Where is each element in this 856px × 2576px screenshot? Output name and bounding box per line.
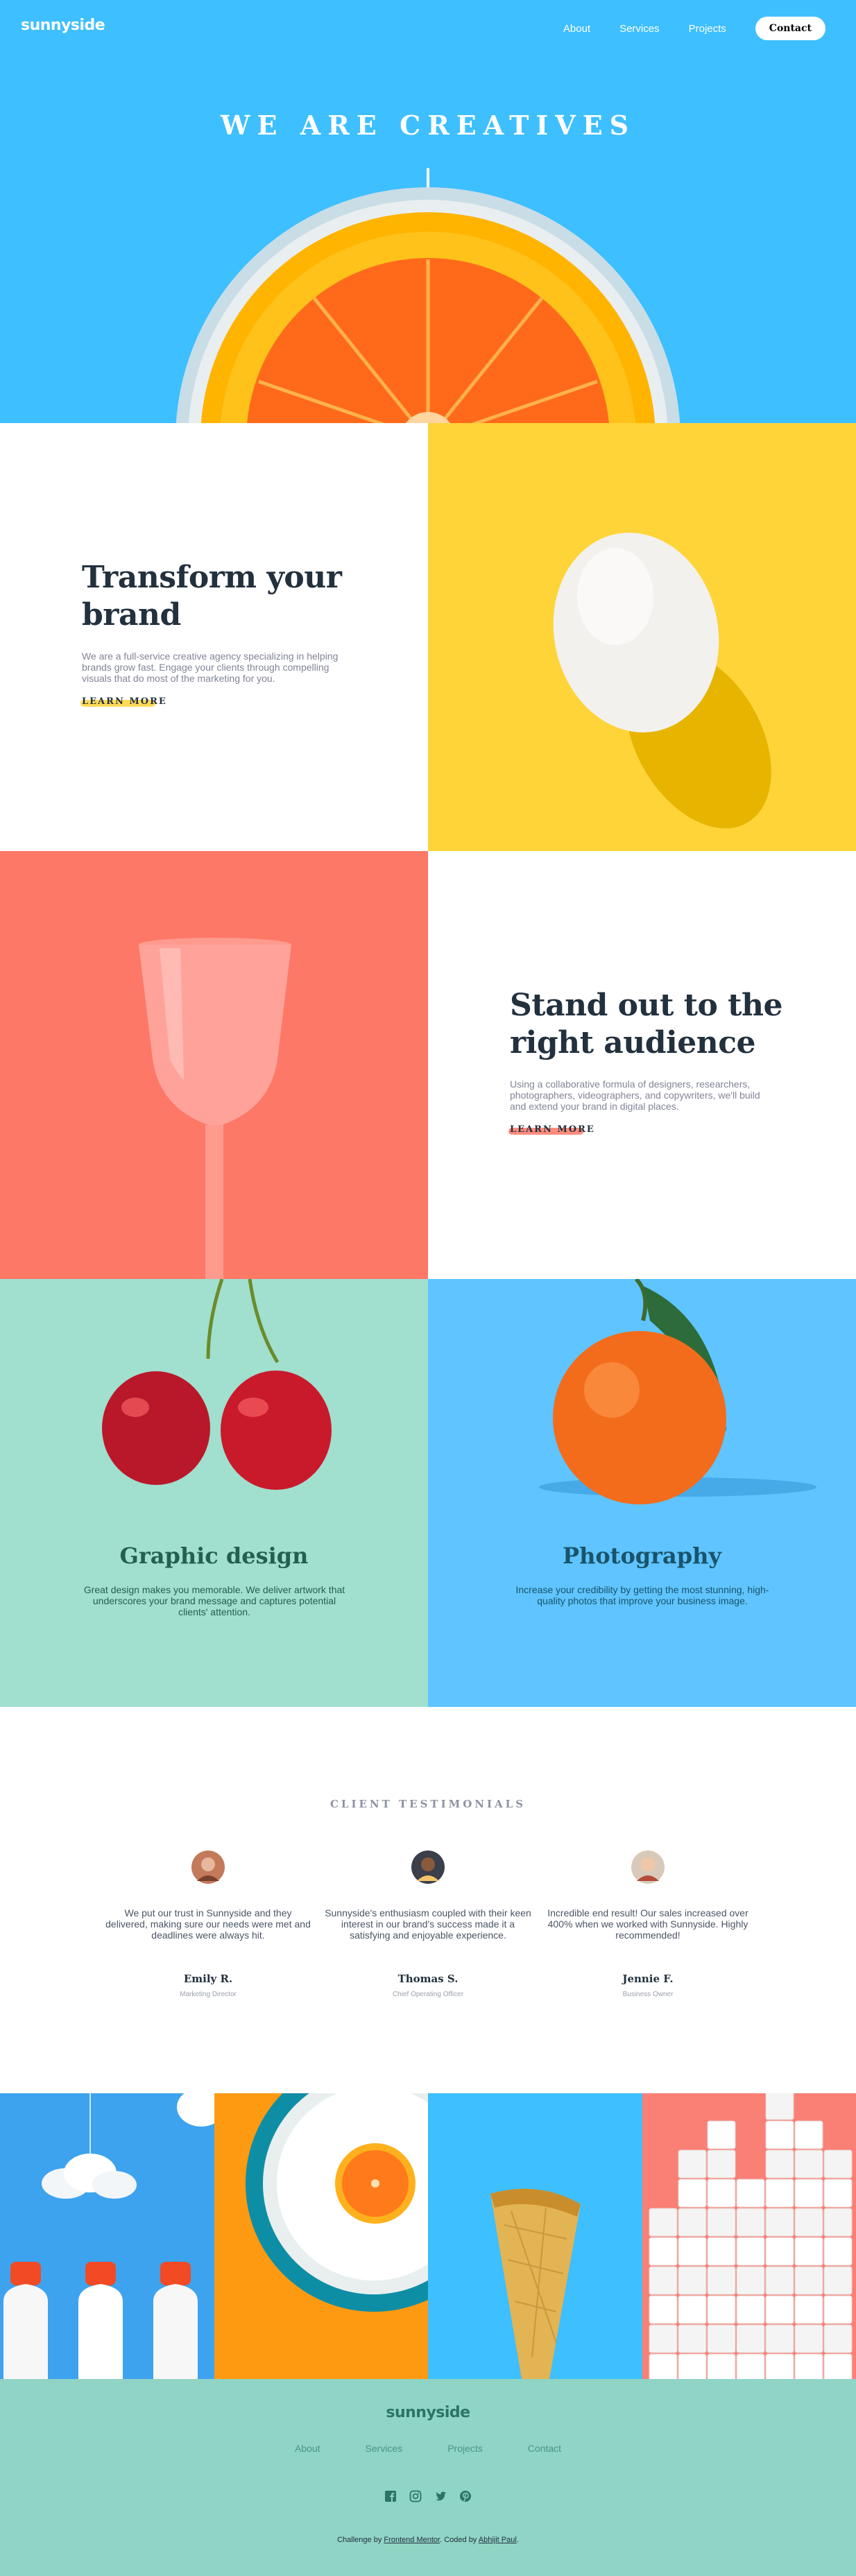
standout-title: Stand out to the right audience	[510, 987, 782, 1062]
testimonial-quote: We put our trust in Sunnyside and they d…	[105, 1907, 311, 1941]
footer-logo[interactable]: sunnyside	[0, 2404, 856, 2421]
footer-link-projects[interactable]: Projects	[447, 2443, 483, 2454]
photography-body: Increase your credibility by getting the…	[515, 1584, 769, 1606]
standout-learn-more-link[interactable]: LEARN MORE	[510, 1124, 595, 1135]
credit-prefix: Challenge by	[337, 2536, 382, 2544]
footer: sunnyside About Services Projects Contac…	[0, 2379, 856, 2576]
transform-learn-more-link[interactable]: LEARN MORE	[82, 696, 167, 707]
logo[interactable]: sunnyside	[21, 17, 105, 34]
nav-link-about[interactable]: About	[563, 23, 590, 35]
gallery	[0, 2093, 856, 2379]
pinterest-icon[interactable]	[459, 2490, 472, 2502]
hero-section: sunnyside About Services Projects Contac…	[0, 0, 856, 423]
graphic-design-title: Graphic design	[119, 1543, 309, 1569]
testimonial-card: We put our trust in Sunnyside and they d…	[104, 1851, 312, 1998]
standout-section: Stand out to the right audience Using a …	[428, 851, 856, 1279]
egg-image	[428, 423, 856, 851]
testimonial-card: Sunnyside's enthusiasm coupled with thei…	[324, 1851, 532, 1998]
transform-title-line2: brand	[82, 597, 181, 633]
facebook-icon[interactable]	[384, 2490, 397, 2502]
photography-title: Photography	[563, 1543, 721, 1569]
standout-title-line1: Stand out to the	[510, 988, 782, 1023]
transform-title-line1: Transform your	[82, 560, 342, 595]
testimonials-section: CLIENT TESTIMONIALS We put our trust in …	[0, 1708, 856, 2093]
testimonial-quote: Incredible end result! Our sales increas…	[547, 1907, 748, 1941]
hero-orange-image	[176, 187, 680, 423]
photography-card: Photography Increase your credibility by…	[428, 1279, 856, 1707]
testimonial-role: Marketing Director	[180, 1991, 237, 1998]
gallery-sugar-cubes-image	[642, 2093, 856, 2379]
testimonial-card: Incredible end result! Our sales increas…	[544, 1851, 752, 1998]
instagram-icon[interactable]	[409, 2490, 422, 2502]
credit-mid: . Coded by	[440, 2536, 477, 2544]
glass-image	[0, 851, 428, 1279]
author-link[interactable]: Abhijit Paul	[479, 2536, 517, 2544]
gallery-ice-cream-cone-image	[428, 2093, 642, 2379]
testimonials-heading: CLIENT TESTIMONIALS	[329, 1798, 527, 1810]
avatar	[631, 1851, 665, 1884]
standout-body: Using a collaborative formula of designe…	[510, 1079, 760, 1112]
transform-title: Transform your brand	[82, 559, 342, 634]
gallery-orange-plate-image	[214, 2093, 428, 2379]
testimonial-quote: Sunnyside's enthusiasm coupled with thei…	[325, 1907, 531, 1941]
testimonial-role: Business Owner	[622, 1991, 674, 1998]
nav-link-services[interactable]: Services	[619, 23, 660, 35]
transform-body: We are a full-service creative agency sp…	[82, 651, 339, 684]
testimonial-name: Emily R.	[183, 1973, 233, 1985]
graphic-design-body: Great design makes you memorable. We del…	[83, 1584, 345, 1617]
contact-button[interactable]: Contact	[755, 17, 825, 40]
attribution: Challenge by Frontend Mentor. Coded by A…	[0, 2536, 856, 2544]
footer-nav: About Services Projects Contact	[0, 2443, 856, 2454]
cherries-image	[102, 1279, 332, 1490]
credit-suffix: .	[516, 2536, 519, 2544]
testimonial-name: Jennie F.	[622, 1973, 674, 1985]
testimonial-name: Thomas S.	[397, 1973, 459, 1985]
twitter-icon[interactable]	[434, 2490, 447, 2502]
nav-link-projects[interactable]: Projects	[689, 23, 726, 35]
avatar	[411, 1851, 445, 1884]
footer-link-services[interactable]: Services	[366, 2443, 403, 2454]
footer-link-contact[interactable]: Contact	[528, 2443, 561, 2454]
orange-image	[539, 1279, 816, 1504]
graphic-design-card: Graphic design Great design makes you me…	[0, 1279, 428, 1707]
main-nav: About Services Projects Contact	[563, 17, 825, 40]
gallery-milk-bottles-image	[0, 2093, 214, 2379]
testimonial-role: Chief Operating Officer	[392, 1991, 464, 1998]
frontend-mentor-link[interactable]: Frontend Mentor	[384, 2536, 440, 2544]
hero-title: WE ARE CREATIVES	[220, 110, 636, 141]
social-links	[0, 2490, 856, 2502]
avatar	[191, 1851, 225, 1884]
standout-title-line2: right audience	[510, 1025, 756, 1061]
footer-link-about[interactable]: About	[295, 2443, 320, 2454]
transform-section: Transform your brand We are a full-servi…	[0, 423, 428, 851]
